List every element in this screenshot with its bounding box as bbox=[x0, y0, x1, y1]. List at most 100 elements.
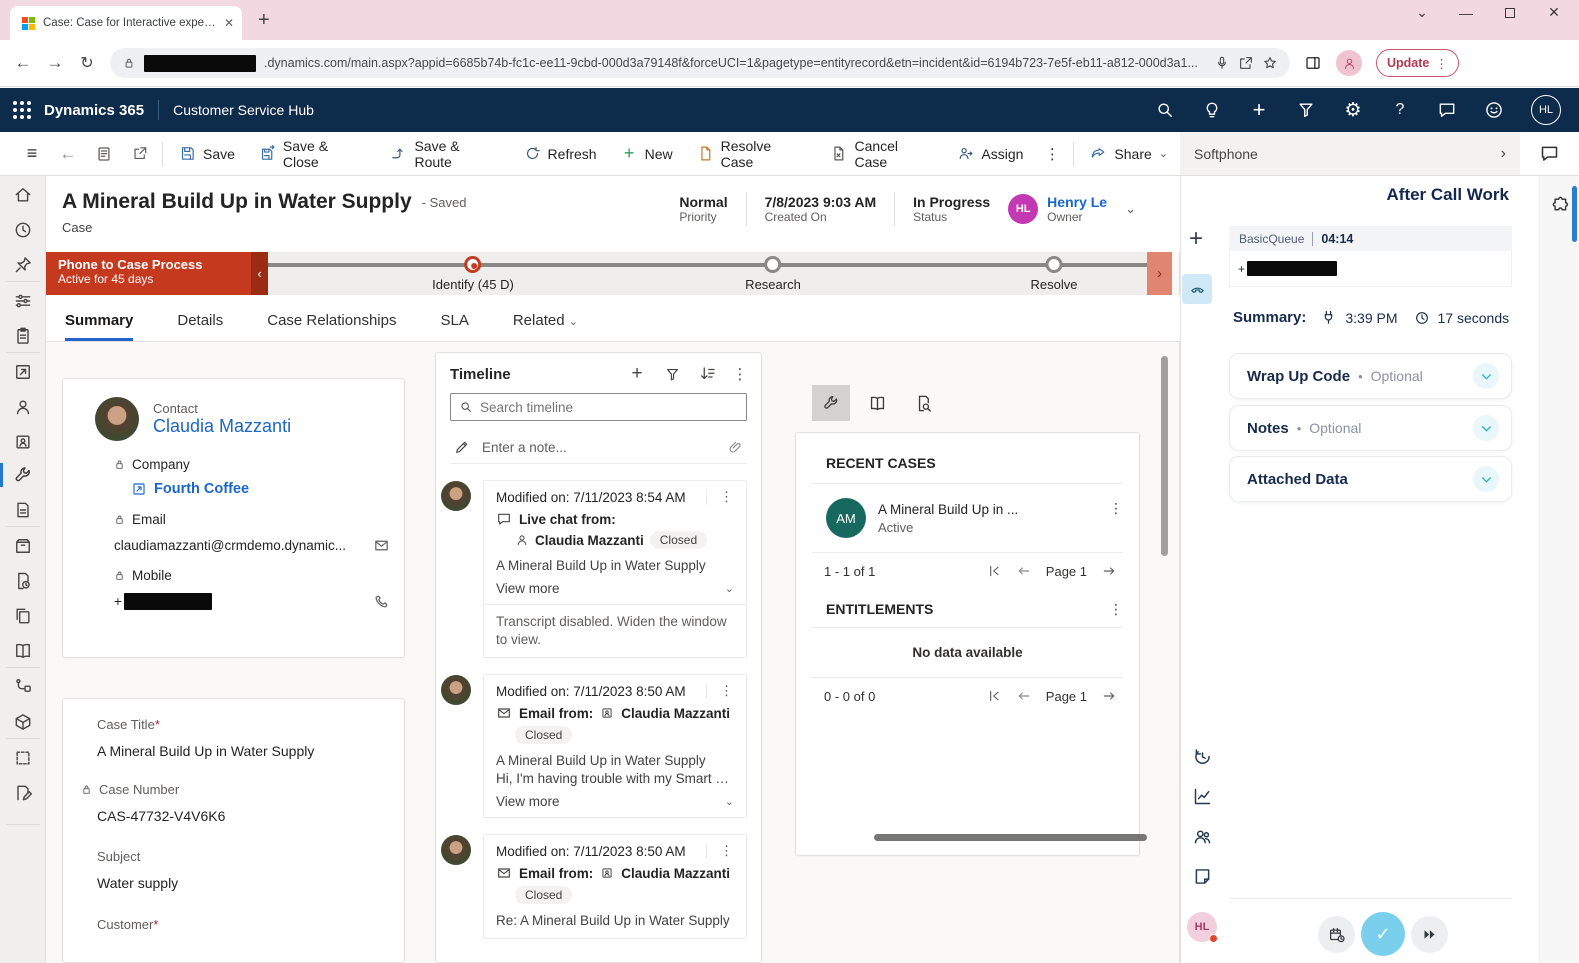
browser-kebab-icon[interactable]: ⋮ bbox=[1435, 56, 1448, 71]
sidebar-item-queues[interactable] bbox=[13, 500, 33, 520]
call-phone-icon[interactable] bbox=[373, 593, 390, 610]
browser-profile-avatar[interactable] bbox=[1336, 50, 1362, 76]
save-button[interactable]: Save bbox=[167, 132, 247, 176]
tab-summary[interactable]: Summary bbox=[65, 312, 133, 341]
send-email-icon[interactable] bbox=[373, 537, 390, 554]
analytics-icon[interactable] bbox=[1192, 786, 1213, 807]
section-chevron-icon[interactable] bbox=[1473, 415, 1499, 441]
case-title-value[interactable]: A Mineral Build Up in Water Supply bbox=[63, 732, 404, 759]
bpf-stage-research[interactable]: Research bbox=[745, 256, 801, 292]
save-route-button[interactable]: Save & Route bbox=[378, 132, 511, 176]
sidebar-item-knowledge-book[interactable] bbox=[13, 641, 33, 661]
notes-panel-icon[interactable] bbox=[1192, 866, 1213, 887]
mic-icon[interactable] bbox=[1214, 55, 1230, 71]
row-more-icon[interactable]: ⋮ bbox=[1109, 500, 1123, 516]
header-field-owner[interactable]: HL Henry Le Owner bbox=[1008, 194, 1107, 224]
bpf-right-chevron-icon[interactable]: › bbox=[1147, 252, 1172, 295]
forward-icon[interactable]: → bbox=[46, 54, 64, 72]
sidebar-item-draft[interactable] bbox=[13, 748, 33, 768]
site-map-toggle-icon[interactable]: ≡ bbox=[14, 144, 50, 164]
add-session-icon[interactable]: + bbox=[1185, 228, 1207, 250]
skip-button[interactable] bbox=[1411, 916, 1448, 953]
horizontal-scrollbar[interactable] bbox=[874, 834, 1147, 841]
plugin-pane-icon[interactable] bbox=[1549, 194, 1570, 215]
first-page-icon[interactable] bbox=[986, 563, 1002, 579]
recent-case-title[interactable]: A Mineral Build Up in ... bbox=[878, 502, 1097, 517]
history-icon[interactable] bbox=[1192, 746, 1213, 767]
bpf-stage-box[interactable]: Phone to Case Process Active for 45 days bbox=[46, 252, 251, 295]
sidebar-item-catalog[interactable] bbox=[13, 712, 33, 732]
tab-details[interactable]: Details bbox=[177, 312, 223, 341]
feedback-chat-icon[interactable] bbox=[1437, 100, 1457, 120]
settings-gear-icon[interactable]: ⚙ bbox=[1343, 100, 1363, 120]
address-bar[interactable]: .dynamics.com/main.aspx?appid=6685b74b-f… bbox=[110, 48, 1290, 78]
user-avatar[interactable]: HL bbox=[1531, 95, 1561, 125]
resolve-case-button[interactable]: Resolve Case bbox=[685, 132, 819, 176]
sidebar-item-dashboards[interactable] bbox=[13, 291, 33, 311]
refresh-button[interactable]: Refresh bbox=[512, 132, 609, 176]
subject-value[interactable]: Water supply bbox=[63, 864, 404, 891]
timeline-filter-icon[interactable] bbox=[664, 366, 681, 383]
timeline-search-box[interactable] bbox=[450, 393, 747, 421]
bookmark-star-icon[interactable] bbox=[1262, 55, 1278, 71]
sidebar-item-contacts[interactable] bbox=[13, 397, 33, 417]
sidebar-item-recent[interactable] bbox=[13, 220, 33, 240]
timeline-sort-icon[interactable] bbox=[699, 365, 717, 383]
back-icon[interactable]: ← bbox=[14, 54, 32, 72]
rail-scrollbar[interactable] bbox=[1572, 186, 1577, 242]
side-panel-icon[interactable] bbox=[1304, 54, 1322, 72]
entry-more-icon[interactable]: ⋮ bbox=[706, 683, 746, 699]
section-chevron-icon[interactable] bbox=[1473, 363, 1499, 389]
sidebar-item-flow[interactable] bbox=[13, 677, 33, 697]
email-value[interactable]: claudiamazzanti@crmdemo.dynamic... bbox=[114, 538, 346, 553]
tab-close-icon[interactable]: ✕ bbox=[224, 16, 234, 30]
form-selector-icon[interactable] bbox=[86, 145, 122, 163]
search-icon[interactable] bbox=[1155, 100, 1175, 120]
timeline-entry[interactable]: Modified on: 7/11/2023 8:50 AM ⋮ Email f… bbox=[483, 834, 747, 939]
vertical-scrollbar[interactable] bbox=[1161, 356, 1168, 556]
sidebar-item-activities[interactable] bbox=[13, 326, 33, 346]
window-minimize-button[interactable]: — bbox=[1451, 5, 1481, 21]
waffle-icon[interactable] bbox=[13, 101, 31, 119]
tab-sla[interactable]: SLA bbox=[440, 312, 468, 341]
sidebar-item-services-selected[interactable] bbox=[13, 465, 33, 485]
tab-related[interactable]: Related ⌄ bbox=[513, 312, 578, 341]
tab-case-relationships[interactable]: Case Relationships bbox=[267, 312, 396, 341]
company-value[interactable]: Fourth Coffee bbox=[63, 472, 404, 497]
customers-icon[interactable] bbox=[1192, 826, 1213, 847]
save-close-button[interactable]: Save & Close bbox=[247, 132, 379, 176]
related-tab-knowledge[interactable] bbox=[858, 385, 896, 421]
entry-more-icon[interactable]: ⋮ bbox=[706, 489, 746, 505]
entry-more-icon[interactable]: ⋮ bbox=[706, 843, 746, 859]
section-more-icon[interactable]: ⋮ bbox=[1109, 601, 1123, 617]
section-chevron-icon[interactable] bbox=[1473, 466, 1499, 492]
app-name[interactable]: Customer Service Hub bbox=[173, 102, 314, 118]
bpf-stage-resolve[interactable]: Resolve bbox=[1031, 256, 1078, 292]
schedule-followup-button[interactable] bbox=[1318, 916, 1355, 953]
header-collapse-chevron-icon[interactable]: ⌄ bbox=[1125, 201, 1136, 217]
assign-button[interactable]: Assign bbox=[945, 132, 1035, 176]
bpf-left-chevron-icon[interactable]: ‹ bbox=[251, 252, 268, 295]
entry-view-more[interactable]: View more ⌄ bbox=[484, 786, 746, 817]
smiley-icon[interactable] bbox=[1484, 100, 1504, 120]
quick-create-icon[interactable]: + bbox=[1249, 100, 1269, 120]
reload-icon[interactable]: ↻ bbox=[78, 54, 96, 72]
entry-view-more[interactable]: View more ⌄ bbox=[484, 573, 746, 604]
share-button[interactable]: Share ⌄ bbox=[1078, 132, 1180, 176]
prev-page-icon[interactable] bbox=[1016, 563, 1032, 579]
brand-title[interactable]: Dynamics 365 bbox=[44, 102, 144, 119]
related-tab-tools-selected[interactable] bbox=[812, 385, 850, 421]
new-tab-button[interactable]: + bbox=[258, 9, 270, 32]
first-page-icon[interactable] bbox=[986, 688, 1002, 704]
timeline-entry[interactable]: Modified on: 7/11/2023 8:54 AM ⋮ Live ch… bbox=[483, 480, 747, 658]
timeline-add-icon[interactable]: + bbox=[628, 365, 646, 383]
owner-name[interactable]: Henry Le bbox=[1047, 194, 1107, 210]
filter-icon[interactable] bbox=[1296, 100, 1316, 120]
browser-update-button[interactable]: Update ⋮ bbox=[1376, 49, 1459, 77]
sidebar-item-knowledge-search[interactable] bbox=[13, 571, 33, 591]
sidebar-item-home[interactable] bbox=[13, 185, 33, 205]
timeline-more-icon[interactable]: ⋮ bbox=[733, 365, 747, 383]
recent-case-row[interactable]: AM A Mineral Build Up in ... Active ⋮ bbox=[796, 484, 1139, 552]
window-maximize-button[interactable] bbox=[1495, 5, 1525, 21]
bpf-stage-identify[interactable]: Identify (45 D) bbox=[432, 256, 514, 292]
